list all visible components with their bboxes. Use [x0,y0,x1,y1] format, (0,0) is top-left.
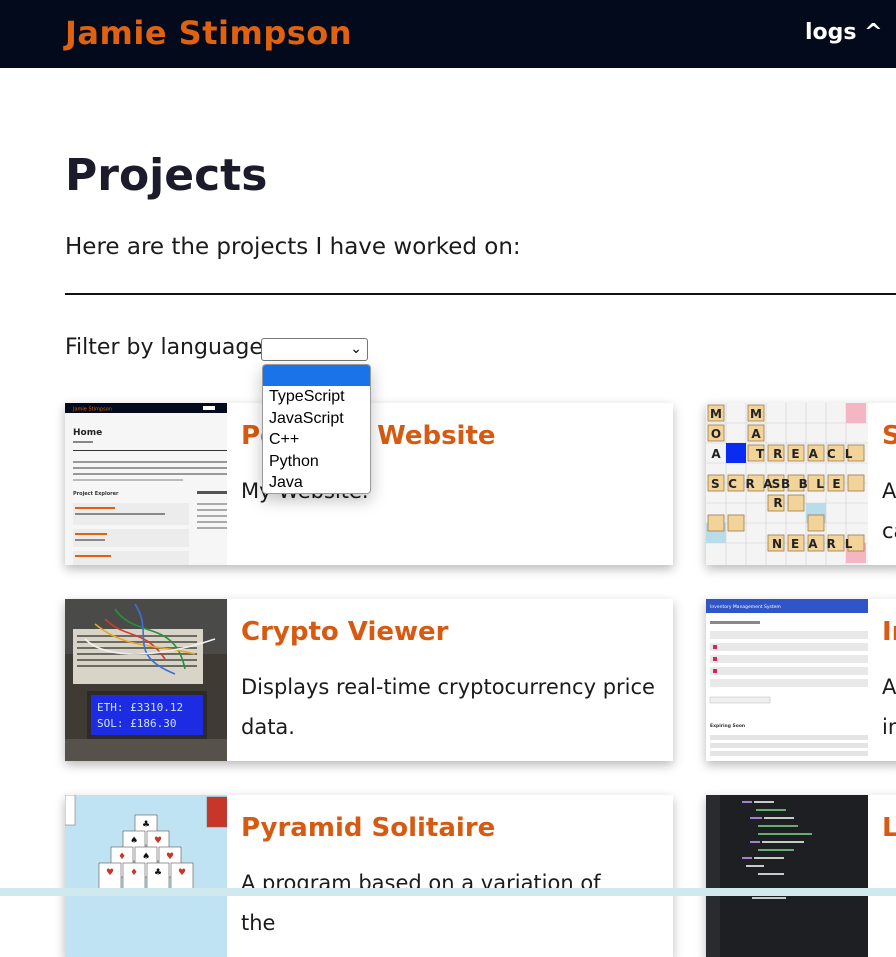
svg-text:♣: ♣ [142,820,150,830]
website-screenshot-thumbnail: Jamie Stimpson Home Project Explorer [65,403,227,565]
svg-text:O: O [711,427,721,441]
option-cpp[interactable]: C++ [263,429,370,451]
option-blank[interactable] [263,365,370,386]
scrabble-word-3: NEARL [772,537,861,551]
svg-text:♦: ♦ [130,868,138,878]
option-python[interactable]: Python [263,451,370,473]
scrabble-word-2: SCRABBLE [711,477,849,491]
svg-text:♦: ♦ [118,852,126,862]
svg-text:M: M [710,407,722,421]
project-description: A program based on a variation of the [241,871,601,935]
project-card[interactable]: ETH: £3310.12 SOL: £186.30 Crypto Viewer… [65,599,673,761]
code-editor-thumbnail [706,795,868,957]
project-description: A ca [882,479,896,543]
svg-text:♠: ♠ [142,852,150,862]
divider [65,293,896,295]
project-title[interactable]: In [882,617,896,647]
svg-text:♥: ♥ [166,852,174,862]
option-typescript[interactable]: TypeScript [263,386,370,408]
option-javascript[interactable]: JavaScript [263,408,370,430]
page-intro: Here are the projects I have worked on: [65,234,521,260]
project-description: A in [882,675,896,739]
language-filter-select[interactable]: ⌄ [261,338,368,361]
project-description: Displays real-time cryptocurrency price … [241,675,655,739]
inventory-header: Inventory Management System [710,604,781,610]
crypto-lcd-photo-thumbnail: ETH: £3310.12 SOL: £186.30 [65,599,227,761]
svg-text:♥: ♥ [154,836,162,846]
site-brand[interactable]: Jamie Stimpson [65,14,352,52]
svg-text:A: A [751,427,761,441]
project-title[interactable]: S [882,421,896,451]
inventory-app-thumbnail: Inventory Management System Expiring Soo… [706,599,868,761]
chevron-down-icon: ⌄ [350,341,362,357]
svg-text:A: A [711,447,721,461]
project-card[interactable]: ♣ ♠ ♥ ♦ ♠ ♥ ♥ ♦ ♣ ♥ Pyramid Solitaire A progra… [65,795,673,957]
page-bottom-edge [0,888,896,896]
scrabble-board-thumbnail: MM OA A SR TREACL SCRABBLE NEARL [706,403,868,565]
logs-nav-link[interactable]: logs ^ [805,20,883,45]
scrabble-word-1: TREACL [756,447,861,461]
lcd-line-1: ETH: £3310.12 [97,701,183,714]
project-card[interactable]: Inventory Management System Expiring Soo… [706,599,896,761]
svg-text:M: M [750,407,762,421]
project-title[interactable]: Crypto Viewer [241,617,449,647]
inventory-section: Expiring Soon [710,723,745,729]
option-java[interactable]: Java [263,472,370,493]
project-card[interactable]: MM OA A SR TREACL SCRABBLE NEARL S A ca [706,403,896,565]
project-title[interactable]: L [882,813,896,843]
svg-text:♥: ♥ [178,868,186,878]
solitaire-thumbnail: ♣ ♠ ♥ ♦ ♠ ♥ ♥ ♦ ♣ ♥ [65,795,227,957]
language-dropdown-list[interactable]: TypeScript JavaScript C++ Python Java [262,364,371,494]
svg-text:♣: ♣ [154,868,162,878]
thumb-brand: Jamie Stimpson [72,407,112,413]
svg-text:R: R [773,496,782,510]
filter-label: Filter by language: [65,335,271,360]
page-title: Projects [65,150,268,201]
thumb-section: Project Explorer [73,491,119,497]
svg-text:♥: ♥ [106,868,114,878]
project-card[interactable]: L [706,795,896,957]
lcd-line-2: SOL: £186.30 [97,717,176,730]
top-navbar: Jamie Stimpson logs ^ [0,0,896,68]
svg-text:♠: ♠ [130,836,138,846]
thumb-heading: Home [73,428,102,438]
project-title[interactable]: Pyramid Solitaire [241,813,495,843]
